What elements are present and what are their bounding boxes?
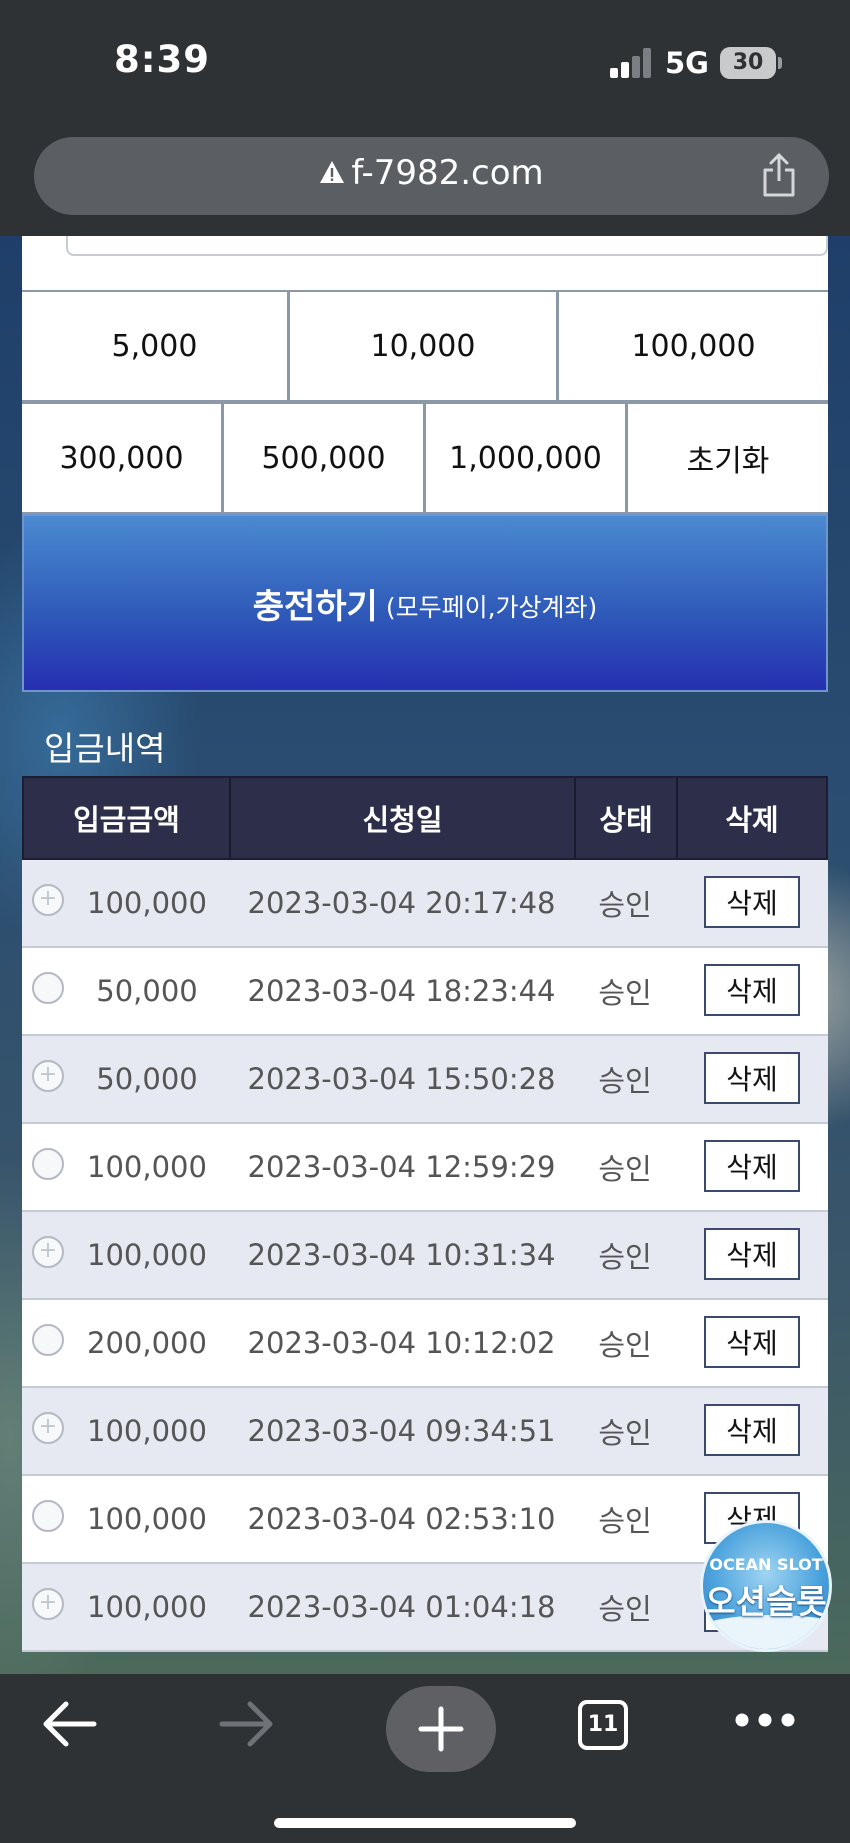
address-bar[interactable]: f-7982.com: [34, 137, 829, 215]
status-cell: 승인: [598, 1592, 652, 1626]
table-row: +100,000 2023-03-04 20:17:48 승인 삭제: [22, 860, 828, 948]
charge-button-sublabel: (모두페이,가상계좌): [385, 593, 598, 622]
amount-button-300000[interactable]: 300,000: [22, 404, 221, 512]
delete-button[interactable]: 삭제: [704, 1404, 800, 1456]
page-content[interactable]: 5,000 10,000 100,000 300,000 500,000 1,0…: [0, 236, 850, 1674]
amount-row-2: 300,000 500,000 1,000,000 초기화: [22, 402, 828, 514]
status-cell: 승인: [598, 1328, 652, 1362]
url-text: f-7982.com: [351, 153, 544, 193]
status-cell: 승인: [598, 888, 652, 922]
date-cell: 2023-03-04 01:04:18: [247, 1590, 556, 1624]
amount-row-1: 5,000 10,000 100,000: [22, 290, 828, 402]
charge-button[interactable]: 충전하기 (모두페이,가상계좌): [22, 514, 828, 692]
warning-icon: [320, 160, 345, 183]
amount-cell: 200,000: [87, 1326, 207, 1360]
column-header-status: 상태: [576, 778, 678, 858]
status-bar: 8:39 5G 30: [0, 0, 850, 120]
address-text-wrap[interactable]: f-7982.com: [34, 153, 829, 193]
date-cell: 2023-03-04 09:34:51: [247, 1414, 556, 1448]
amount-cell: 100,000: [87, 1150, 207, 1184]
status-cell: 승인: [598, 976, 652, 1010]
table-row: 50,000 2023-03-04 18:23:44 승인 삭제: [22, 948, 828, 1036]
amount-button-10000[interactable]: 10,000: [290, 292, 556, 400]
network-label: 5G: [665, 46, 709, 80]
amount-cell: 100,000: [87, 1590, 207, 1624]
logo-text-en: OCEAN SLOT: [709, 1555, 823, 1574]
amount-cell: 100,000: [87, 886, 207, 920]
delete-button[interactable]: 삭제: [704, 876, 800, 928]
table-row: +50,000 2023-03-04 15:50:28 승인 삭제: [22, 1036, 828, 1124]
table-body: +100,000 2023-03-04 20:17:48 승인 삭제 50,000 202…: [22, 860, 828, 1652]
status-cell: 승인: [598, 1504, 652, 1538]
share-icon[interactable]: [761, 153, 797, 197]
amount-cell: 100,000: [87, 1414, 207, 1448]
amount-cell: 100,000: [87, 1238, 207, 1272]
battery-icon: 30: [720, 47, 776, 79]
arrow-right-icon[interactable]: [216, 1696, 276, 1752]
delete-button[interactable]: 삭제: [704, 964, 800, 1016]
table-row: +100,000 2023-03-04 10:31:34 승인 삭제: [22, 1212, 828, 1300]
deposit-history-title: 입금내역: [44, 729, 166, 768]
table-row: 200,000 2023-03-04 10:12:02 승인 삭제: [22, 1300, 828, 1388]
column-header-delete: 삭제: [725, 803, 779, 837]
table-header: 입금금액 신청일 상태 삭제: [22, 776, 828, 860]
table-row: +100,000 2023-03-04 09:34:51 승인 삭제: [22, 1388, 828, 1476]
delete-button[interactable]: 삭제: [704, 1140, 800, 1192]
status-cell: 승인: [598, 1152, 652, 1186]
browser-address-area: f-7982.com: [0, 120, 850, 236]
date-cell: 2023-03-04 18:23:44: [247, 974, 556, 1008]
date-cell: 2023-03-04 02:53:10: [247, 1502, 556, 1536]
date-cell: 2023-03-04 15:50:28: [247, 1062, 556, 1096]
status-time: 8:39: [114, 38, 211, 81]
logo-text-kr: 오션슬롯: [705, 1582, 827, 1621]
amount-input-panel: [22, 236, 828, 290]
date-cell: 2023-03-04 10:12:02: [247, 1326, 556, 1360]
new-tab-button[interactable]: [386, 1686, 496, 1772]
date-cell: 2023-03-04 20:17:48: [247, 886, 556, 920]
amount-input[interactable]: [66, 236, 828, 256]
column-header-date: 신청일: [231, 778, 576, 858]
browser-toolbar: 11: [0, 1674, 850, 1843]
amount-button-500000[interactable]: 500,000: [224, 404, 423, 512]
deposit-history-table: 입금금액 신청일 상태 삭제 +100,000 2023-03-04 20:17:…: [22, 776, 828, 1652]
status-cell: 승인: [598, 1064, 652, 1098]
arrow-left-icon[interactable]: [40, 1696, 100, 1752]
amount-cell: 50,000: [96, 1062, 198, 1096]
column-header-amount: 입금금액: [24, 778, 231, 858]
more-dots-icon[interactable]: [734, 1712, 796, 1728]
amount-button-100000[interactable]: 100,000: [559, 292, 828, 400]
charge-button-label: 충전하기: [252, 586, 378, 627]
amount-cell: 50,000: [96, 974, 198, 1008]
ocean-slot-logo[interactable]: OCEAN SLOT 오션슬롯: [700, 1520, 832, 1652]
home-indicator: [274, 1818, 576, 1828]
table-row: 100,000 2023-03-04 02:53:10 승인 삭제: [22, 1476, 828, 1564]
delete-button[interactable]: 삭제: [704, 1052, 800, 1104]
plus-icon: [418, 1706, 464, 1752]
status-cell: 승인: [598, 1416, 652, 1450]
delete-button[interactable]: 삭제: [704, 1316, 800, 1368]
delete-button[interactable]: 삭제: [704, 1228, 800, 1280]
battery-tip: [778, 57, 782, 69]
table-row: 100,000 2023-03-04 12:59:29 승인 삭제: [22, 1124, 828, 1212]
status-cell: 승인: [598, 1240, 652, 1274]
reset-button[interactable]: 초기화: [628, 404, 828, 512]
amount-cell: 100,000: [87, 1502, 207, 1536]
amount-button-5000[interactable]: 5,000: [22, 292, 287, 400]
signal-icon: [610, 48, 654, 78]
amount-button-1000000[interactable]: 1,000,000: [426, 404, 625, 512]
date-cell: 2023-03-04 10:31:34: [247, 1238, 556, 1272]
tabs-icon[interactable]: 11: [578, 1700, 628, 1750]
date-cell: 2023-03-04 12:59:29: [247, 1150, 556, 1184]
